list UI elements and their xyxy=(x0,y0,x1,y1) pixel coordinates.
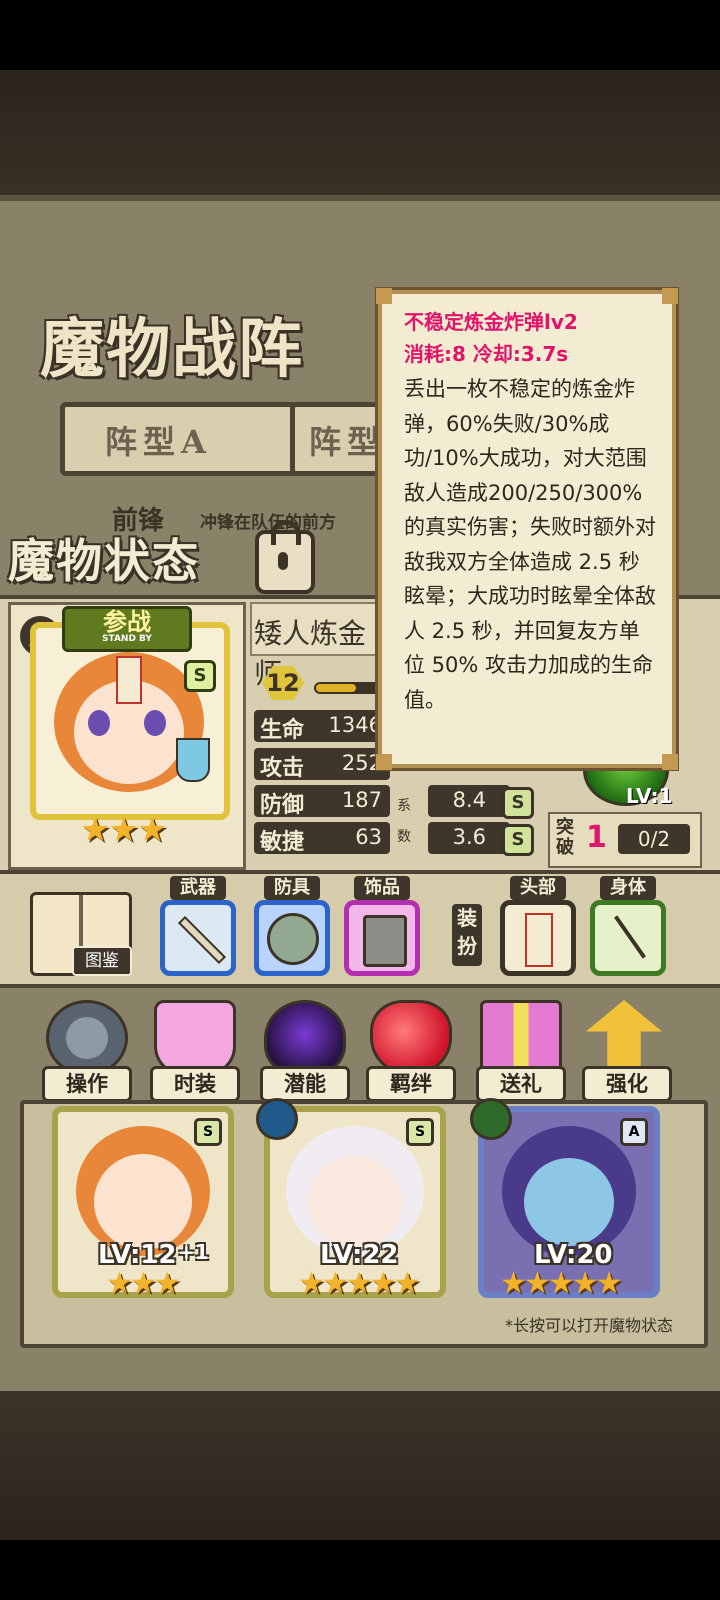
monster-name-plate: 矮人炼金师 xyxy=(250,602,384,690)
armor-slot[interactable] xyxy=(254,900,330,976)
slot-label-accessory: 饰品 xyxy=(354,876,410,900)
face-shape xyxy=(308,1156,402,1248)
skill-tooltip: 不稳定炼金炸弹lv2 消耗:8 冷却:3.7s 丢出一枚不稳定的炼金炸弹，60%… xyxy=(376,288,678,770)
tab-formation-a[interactable]: 阵型A xyxy=(60,402,300,476)
roster-stars-3: ★★★★★ xyxy=(500,1266,622,1301)
menu-gift[interactable]: 送礼 xyxy=(470,994,566,1104)
roster-stars-1: ★★★ xyxy=(106,1266,181,1301)
amulet-icon xyxy=(363,915,407,967)
talisman-icon xyxy=(116,656,142,704)
slot-label-armor: 防具 xyxy=(264,876,320,900)
stat-attack: 攻击 252 xyxy=(254,748,390,781)
roster-stars-2: ★★★★★ xyxy=(298,1266,420,1301)
right-eye xyxy=(144,710,166,736)
upgrade-arrow-icon xyxy=(586,1000,662,1070)
rank-badge: S xyxy=(184,660,216,692)
skill-name: 不稳定炼金炸弹lv2 xyxy=(404,310,578,334)
menu-operate[interactable]: 操作 xyxy=(36,994,132,1104)
skill-level: LV:1 xyxy=(626,784,673,808)
menu-outfit[interactable]: 时装 xyxy=(144,994,240,1104)
codex-button[interactable]: 图鉴 xyxy=(72,946,132,976)
stat-agility: 敏捷 63 xyxy=(254,822,390,855)
outfit-icon xyxy=(154,1000,236,1076)
tooltip-corner xyxy=(376,288,392,304)
face-shape xyxy=(94,1154,192,1250)
weapon-slot[interactable] xyxy=(160,900,236,976)
action-menu: 操作 时装 潜能 羁绊 送礼 强化 xyxy=(0,990,720,1110)
long-press-hint: *长按可以打开魔物状态 xyxy=(505,1316,674,1335)
dress-label: 装扮 xyxy=(452,904,482,966)
demon-icon xyxy=(264,1000,346,1076)
xp-bar-fill xyxy=(316,684,356,692)
head-slot[interactable] xyxy=(500,900,576,976)
needle-icon xyxy=(614,915,646,959)
coef-label-1: 系 xyxy=(397,798,411,814)
menu-bond[interactable]: 羁绊 xyxy=(360,994,456,1104)
coef-grade-defense: S xyxy=(502,787,534,819)
slot-label-head: 头部 xyxy=(510,876,566,900)
status-title: 魔物状态 xyxy=(8,534,200,588)
body-slot[interactable] xyxy=(590,900,666,976)
coef-defense: 8.4 xyxy=(428,785,510,817)
tooltip-corner xyxy=(376,754,392,770)
tooltip-corner xyxy=(662,754,678,770)
accessory-slot[interactable] xyxy=(344,900,420,976)
star-rating: ★★★ xyxy=(80,810,167,850)
talisman-icon xyxy=(525,913,553,967)
nature-element-icon xyxy=(470,1098,512,1140)
gift-icon xyxy=(480,1000,562,1076)
sword-icon xyxy=(177,915,227,965)
heart-icon xyxy=(370,1000,452,1076)
slot-label-weapon: 武器 xyxy=(170,876,226,900)
standby-badge: 参战 STAND BY xyxy=(62,606,192,652)
tooltip-corner xyxy=(662,288,678,304)
coef-agility: 3.6 xyxy=(428,822,510,854)
coef-grade-agility: S xyxy=(502,824,534,856)
left-eye xyxy=(88,710,110,736)
stat-hp: 生命 1346 xyxy=(254,710,390,743)
menu-potential[interactable]: 潜能 xyxy=(254,994,350,1104)
skill-cost: 消耗:8 冷却:3.7s xyxy=(404,342,569,366)
breakthrough-panel[interactable]: 突破 1 0/2 xyxy=(548,812,702,868)
skill-description: 丢出一枚不稳定的炼金炸弹，60%失败/30%成功/10%大成功，对大范围敌人造成… xyxy=(404,377,656,712)
gear-icon xyxy=(46,1000,128,1076)
potion-flask-icon xyxy=(176,738,210,782)
page-title: 魔物战阵 xyxy=(40,312,304,387)
menu-enhance[interactable]: 强化 xyxy=(576,994,672,1104)
stat-defense: 防御 187 xyxy=(254,785,390,818)
coef-label-2: 数 xyxy=(397,829,411,845)
lock-icon[interactable] xyxy=(255,520,315,594)
slot-label-body: 身体 xyxy=(600,876,656,900)
water-element-icon xyxy=(256,1098,298,1140)
shield-icon xyxy=(267,913,319,965)
face-shape xyxy=(524,1158,614,1246)
